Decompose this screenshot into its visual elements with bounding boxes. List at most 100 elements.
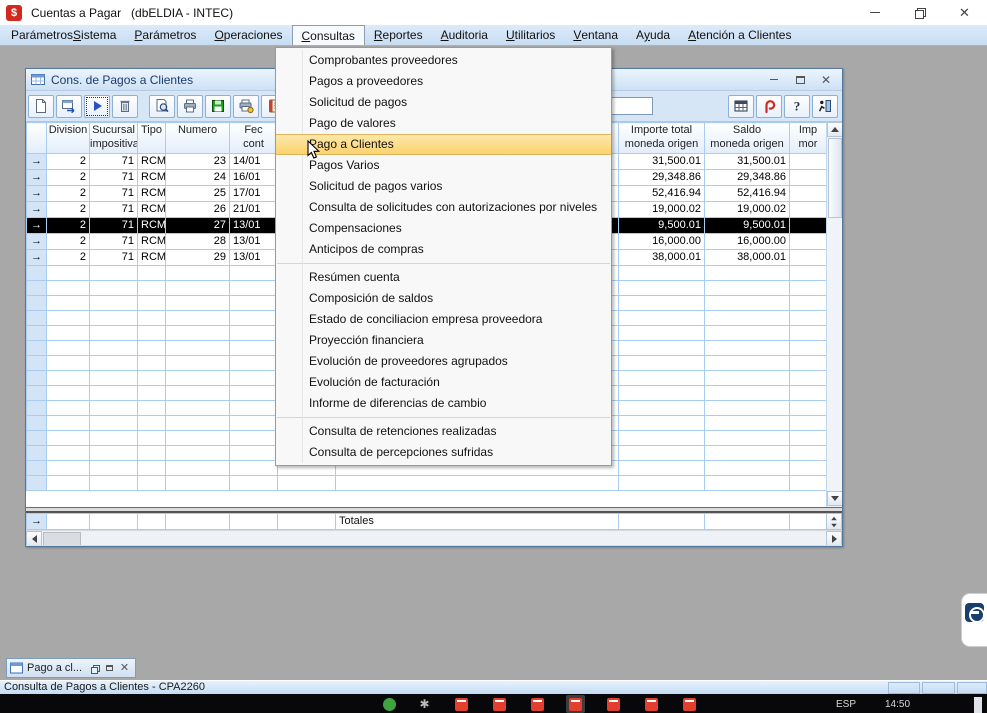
grid-cell[interactable]	[47, 266, 90, 281]
grid-cell[interactable]	[166, 326, 230, 341]
row-indicator[interactable]: →	[27, 186, 47, 202]
grid-cell[interactable]	[166, 431, 230, 446]
grid-cell[interactable]	[790, 326, 827, 341]
grid-cell[interactable]	[90, 461, 138, 476]
row-indicator[interactable]: →	[27, 234, 47, 250]
grid-cell[interactable]	[790, 446, 827, 461]
grid-cell[interactable]: 2	[47, 250, 90, 266]
grid-cell[interactable]	[705, 266, 790, 281]
grid-cell[interactable]	[166, 514, 230, 530]
column-header[interactable]: Tipo	[138, 123, 166, 154]
grid-cell[interactable]: 17/01	[230, 186, 278, 202]
grid-cell[interactable]: 71	[90, 250, 138, 266]
totals-spinner[interactable]	[826, 513, 842, 530]
min-close-button[interactable]: ✕	[117, 662, 132, 675]
grid-cell[interactable]	[790, 431, 827, 446]
menubar-item[interactable]: Atención a Clientes	[679, 25, 800, 45]
grid-cell[interactable]	[138, 371, 166, 386]
grid-cell[interactable]	[47, 326, 90, 341]
grid-cell[interactable]	[90, 281, 138, 296]
grid-cell[interactable]: 38,000.01	[619, 250, 705, 266]
menu-item[interactable]: Estado de conciliacion empresa proveedor…	[276, 309, 611, 330]
grid-cell[interactable]	[138, 446, 166, 461]
grid-cell[interactable]	[705, 476, 790, 491]
grid-cell[interactable]	[47, 416, 90, 431]
grid-cell[interactable]: RCM	[138, 170, 166, 186]
scroll-down-button[interactable]	[827, 491, 842, 506]
row-indicator[interactable]	[27, 401, 47, 416]
grid-cell[interactable]	[619, 266, 705, 281]
grid-cell[interactable]: 31,500.01	[705, 154, 790, 170]
grid-cell[interactable]: 52,416.94	[705, 186, 790, 202]
grid-cell[interactable]	[230, 296, 278, 311]
column-header[interactable]: Importe totalmoneda origen	[619, 123, 705, 154]
grid-cell[interactable]	[619, 461, 705, 476]
grid-cell[interactable]	[790, 266, 827, 281]
grid-cell[interactable]	[705, 281, 790, 296]
grid-cell[interactable]	[166, 446, 230, 461]
grid-cell[interactable]: 2	[47, 202, 90, 218]
grid-cell[interactable]	[166, 416, 230, 431]
grid-cell[interactable]	[790, 461, 827, 476]
grid-cell[interactable]: 21/01	[230, 202, 278, 218]
grid-cell[interactable]: 13/01	[230, 234, 278, 250]
print-settings-button[interactable]	[233, 95, 259, 118]
column-header[interactable]: Saldomoneda origen	[705, 123, 790, 154]
minimized-window-pago[interactable]: Pago a cl... ✕	[6, 658, 136, 678]
grid-cell[interactable]	[90, 371, 138, 386]
grid-cell[interactable]: RCM	[138, 218, 166, 234]
grid-cell[interactable]: 24	[166, 170, 230, 186]
grid-cell[interactable]: RCM	[138, 186, 166, 202]
grid-cell[interactable]: 38,000.01	[705, 250, 790, 266]
grid-cell[interactable]	[790, 386, 827, 401]
row-indicator[interactable]	[27, 386, 47, 401]
menu-item[interactable]: Anticipos de compras	[276, 239, 611, 260]
grid-cell[interactable]	[230, 386, 278, 401]
grid-cell[interactable]	[138, 341, 166, 356]
scroll-right-button[interactable]	[826, 531, 842, 545]
grid-cell[interactable]	[47, 311, 90, 326]
row-indicator[interactable]: →	[27, 250, 47, 266]
grid-cell[interactable]	[138, 461, 166, 476]
menu-item[interactable]: Pago a Clientes	[276, 134, 611, 155]
grid-cell[interactable]	[138, 311, 166, 326]
grid-cell[interactable]	[138, 296, 166, 311]
grid-cell[interactable]	[47, 296, 90, 311]
grid-cell[interactable]	[705, 356, 790, 371]
grid-cell[interactable]: 29	[166, 250, 230, 266]
grid-cell[interactable]	[619, 311, 705, 326]
grid-cell[interactable]: 16,000.00	[705, 234, 790, 250]
row-indicator[interactable]	[27, 446, 47, 461]
row-indicator[interactable]	[27, 461, 47, 476]
grid-cell[interactable]	[619, 326, 705, 341]
vertical-scrollbar[interactable]	[826, 122, 842, 507]
grid-cell[interactable]	[166, 386, 230, 401]
grid-cell[interactable]	[790, 311, 827, 326]
menu-item[interactable]: Consulta de percepciones sufridas	[276, 442, 611, 463]
grid-cell[interactable]	[790, 401, 827, 416]
grid-cell[interactable]	[705, 326, 790, 341]
menu-item[interactable]: Compensaciones	[276, 218, 611, 239]
taskbar-icon[interactable]	[493, 698, 506, 711]
grid-cell[interactable]	[138, 431, 166, 446]
grid-cell[interactable]	[90, 386, 138, 401]
grid-cell[interactable]	[790, 514, 827, 530]
grid-cell[interactable]	[790, 186, 827, 202]
column-header[interactable]: Numero	[166, 123, 230, 154]
grid-cell[interactable]	[90, 401, 138, 416]
grid-cell[interactable]	[790, 154, 827, 170]
grid-cell[interactable]	[230, 371, 278, 386]
grid-cell[interactable]	[90, 326, 138, 341]
grid-cell[interactable]	[138, 514, 166, 530]
grid-cell[interactable]: 71	[90, 154, 138, 170]
grid-cell[interactable]	[138, 416, 166, 431]
grid-cell[interactable]: 71	[90, 234, 138, 250]
grid-cell[interactable]: 14/01	[230, 154, 278, 170]
save-button[interactable]	[205, 95, 231, 118]
grid-cell[interactable]	[790, 218, 827, 234]
grid-cell[interactable]	[230, 461, 278, 476]
grid-cell[interactable]	[230, 514, 278, 530]
grid-cell[interactable]: 2	[47, 186, 90, 202]
grid-cell[interactable]	[47, 401, 90, 416]
taskbar-icon[interactable]	[607, 698, 620, 711]
